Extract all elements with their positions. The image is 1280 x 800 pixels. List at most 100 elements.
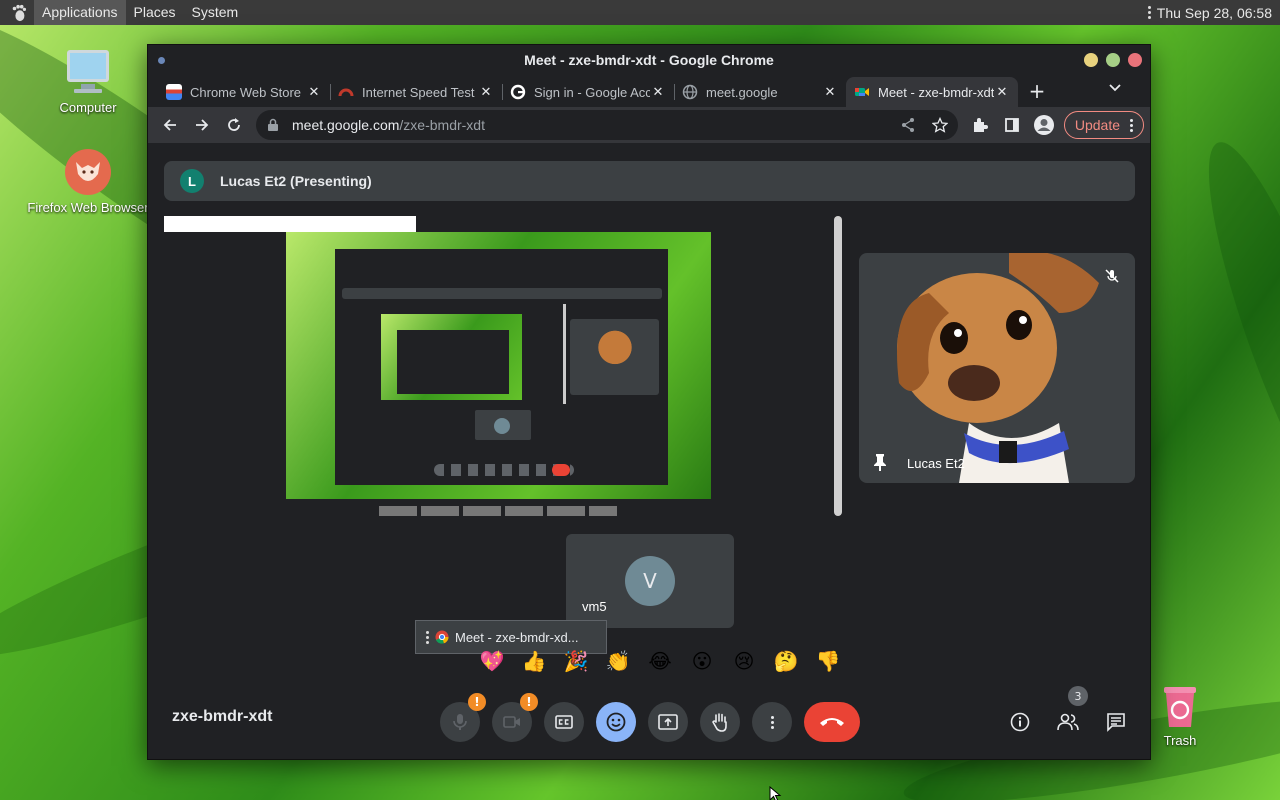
reaction-laugh[interactable]: 😂 — [640, 643, 680, 679]
url-path: /zxe-bmdr-xdt — [399, 117, 485, 133]
participant-name: vm5 — [582, 599, 607, 614]
reaction-thumbs-up[interactable]: 👍 — [514, 643, 554, 679]
chrome-icon — [435, 630, 449, 644]
mic-warning-badge: ! — [468, 693, 486, 711]
arrow-right-icon — [196, 119, 209, 131]
closed-captions-icon — [555, 715, 573, 729]
minimize-button[interactable] — [1084, 53, 1098, 67]
gnome-foot-icon[interactable] — [10, 4, 28, 22]
globe-icon — [682, 84, 698, 100]
pin-icon[interactable] — [873, 453, 887, 471]
window-menu-dot-icon[interactable] — [158, 57, 165, 64]
tab-sign-in[interactable]: Sign in - Google Accounts ✕ — [502, 77, 674, 107]
tab-chrome-web-store[interactable]: Chrome Web Store ✕ — [158, 77, 330, 107]
meeting-details-button[interactable] — [1004, 706, 1036, 738]
reaction-heart[interactable]: 💖 — [472, 643, 512, 679]
tab-title: Chrome Web Store — [190, 84, 302, 100]
menu-applications[interactable]: Applications — [34, 0, 126, 25]
mic-button[interactable]: ! — [440, 693, 486, 742]
google-icon — [510, 84, 526, 100]
close-tab-icon[interactable]: ✕ — [994, 84, 1010, 100]
tab-title: meet.google — [706, 84, 778, 100]
shared-screen-scroll — [563, 304, 566, 404]
microphone-icon — [453, 714, 467, 730]
bookmark-star-icon[interactable] — [931, 117, 948, 133]
emoji-reactions-button[interactable] — [596, 702, 636, 742]
new-tab-button[interactable]: + — [1022, 77, 1052, 107]
tab-search-chevron-down-icon[interactable] — [1108, 81, 1122, 97]
raise-hand-button[interactable] — [700, 702, 740, 742]
people-button[interactable] — [1052, 706, 1084, 738]
back-button[interactable] — [154, 110, 186, 140]
shared-screen-topbar — [164, 216, 416, 232]
shared-screen-scrollbar[interactable] — [834, 216, 842, 516]
close-tab-icon[interactable]: ✕ — [650, 84, 666, 100]
shared-screen-presenting-bar — [342, 288, 662, 299]
close-tab-icon[interactable]: ✕ — [822, 84, 838, 100]
present-screen-button[interactable] — [648, 702, 688, 742]
shared-screen[interactable] — [164, 216, 844, 521]
desktop-icon-firefox[interactable]: Firefox Web Browser — [23, 148, 153, 215]
people-icon — [1057, 713, 1079, 731]
camera-button[interactable]: ! — [492, 693, 538, 742]
clock[interactable]: Thu Sep 28, 06:58 — [1157, 5, 1272, 21]
captions-button[interactable] — [544, 702, 584, 742]
camera-warning-badge: ! — [520, 693, 538, 711]
browser-toolbar: meet.google.com/zxe-bmdr-xdt Update — [148, 107, 1150, 143]
tab-meet-google[interactable]: meet.google ✕ — [674, 77, 846, 107]
address-bar[interactable]: meet.google.com/zxe-bmdr-xdt — [256, 110, 958, 140]
window-titlebar[interactable]: Meet - zxe-bmdr-xdt - Google Chrome — [148, 45, 1150, 75]
desktop-icon-label: Trash — [1163, 733, 1197, 748]
extensions-button[interactable] — [964, 110, 996, 140]
reload-icon — [228, 118, 240, 131]
people-count-badge: 3 — [1068, 686, 1088, 706]
desktop-icon-computer[interactable]: Computer — [23, 48, 153, 115]
side-panel-button[interactable] — [996, 110, 1028, 140]
more-options-button[interactable] — [752, 702, 792, 742]
smiley-icon — [606, 712, 626, 732]
avatar-icon — [1033, 115, 1054, 135]
reaction-party[interactable]: 🎉 — [556, 643, 596, 679]
reaction-surprised[interactable]: 😮 — [682, 643, 722, 679]
menu-places[interactable]: Places — [126, 0, 184, 25]
tab-meet-active[interactable]: Meet - zxe-bmdr-xdt ✕ — [846, 77, 1018, 107]
reaction-thinking[interactable]: 🤔 — [766, 643, 806, 679]
reaction-thumbs-down[interactable]: 👎 — [808, 643, 848, 679]
update-button[interactable]: Update — [1063, 111, 1144, 139]
chrome-web-store-icon — [166, 84, 182, 100]
desktop-icon-trash[interactable]: Trash — [1150, 685, 1210, 748]
reaction-clap[interactable]: 👏 — [598, 643, 638, 679]
participant-avatar: V — [625, 556, 675, 606]
panel-more-icon[interactable] — [1147, 6, 1151, 19]
shared-screen-endcall — [552, 464, 570, 476]
chrome-menu-icon[interactable] — [1130, 118, 1133, 132]
dog-avatar-image — [897, 253, 1099, 483]
window-title: Meet - zxe-bmdr-xdt - Google Chrome — [524, 52, 774, 68]
close-button[interactable] — [1128, 53, 1142, 67]
participant-tile-vm5[interactable]: V vm5 — [566, 534, 734, 628]
shared-screen-dog-thumb — [592, 324, 638, 376]
participant-tile-lucas[interactable]: Lucas Et2 — [859, 253, 1135, 483]
tab-title: Internet Speed Test — [362, 84, 475, 100]
drag-handle-icon — [426, 630, 429, 644]
reload-button[interactable] — [218, 110, 250, 140]
menu-system[interactable]: System — [184, 0, 247, 25]
forward-button[interactable] — [186, 110, 218, 140]
lock-icon[interactable] — [266, 118, 280, 132]
presenting-banner: L Lucas Et2 (Presenting) — [164, 161, 1135, 201]
close-tab-icon[interactable]: ✕ — [478, 84, 494, 100]
chat-button[interactable] — [1100, 706, 1132, 738]
leave-call-button[interactable] — [804, 702, 860, 742]
close-tab-icon[interactable]: ✕ — [306, 84, 322, 100]
tab-speed-test[interactable]: Internet Speed Test ✕ — [330, 77, 502, 107]
panel-right: Thu Sep 28, 06:58 — [1147, 5, 1280, 21]
profile-button[interactable] — [1028, 110, 1060, 140]
tab-title: Sign in - Google Accounts — [534, 84, 650, 100]
share-icon[interactable] — [900, 117, 916, 133]
side-panel-icon — [1004, 118, 1019, 132]
computer-icon — [67, 50, 109, 93]
participant-name: Lucas Et2 — [907, 456, 965, 471]
meeting-code: zxe-bmdr-xdt — [172, 708, 273, 725]
reaction-sad[interactable]: 😢 — [724, 643, 764, 679]
maximize-button[interactable] — [1106, 53, 1120, 67]
